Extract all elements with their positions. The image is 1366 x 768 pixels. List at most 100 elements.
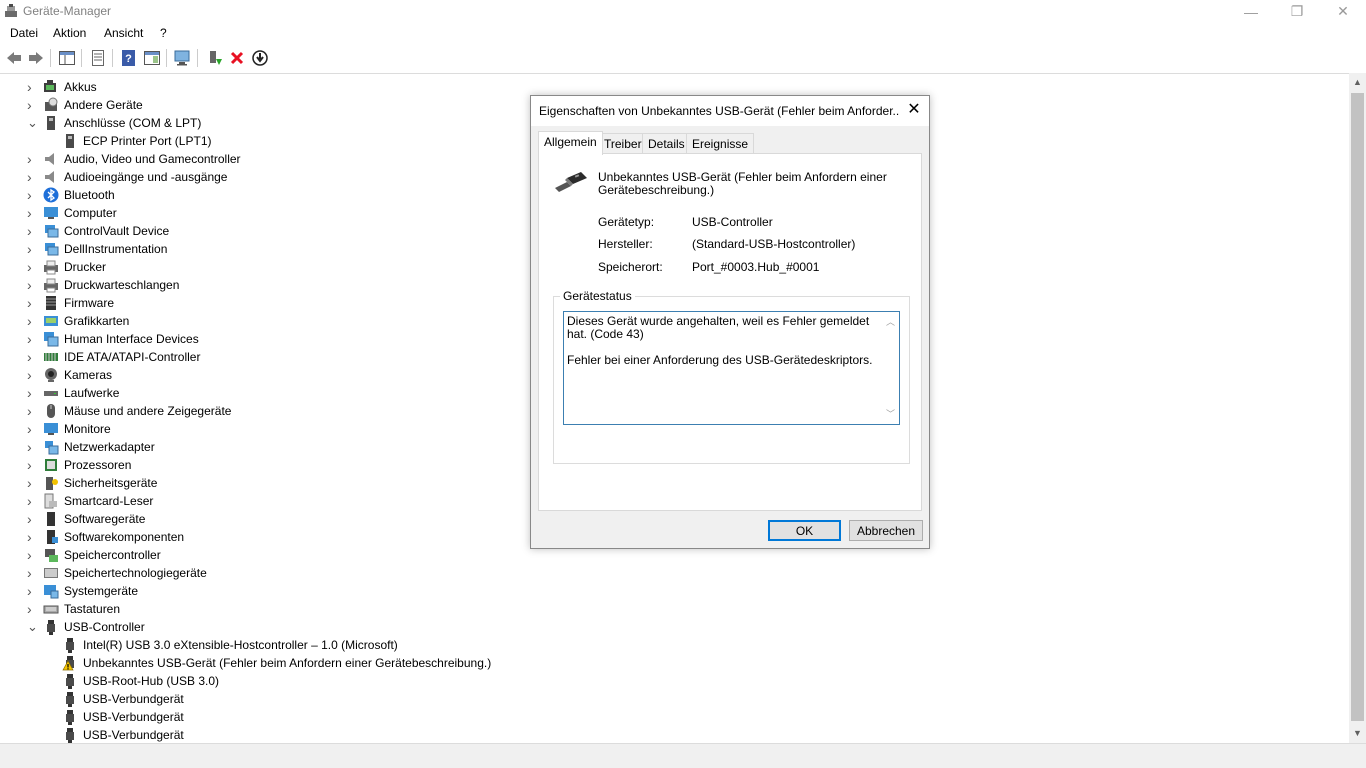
tree-item-label: Systemgeräte <box>64 584 139 598</box>
chevron-down-icon[interactable]: ⌄ <box>27 116 38 129</box>
software-component-icon <box>47 530 58 544</box>
chevron-right-icon[interactable]: › <box>27 332 37 346</box>
tab-treiber[interactable]: Treiber <box>598 133 648 154</box>
chevron-right-icon[interactable]: › <box>27 548 37 562</box>
chevron-right-icon[interactable]: › <box>27 170 37 184</box>
tree-item-label: DellInstrumentation <box>64 242 168 256</box>
cancel-button[interactable]: Abbrechen <box>849 520 923 541</box>
forward-icon[interactable] <box>26 48 46 68</box>
chevron-right-icon[interactable]: › <box>27 494 37 508</box>
computer-icon <box>44 207 58 219</box>
show-hide-console-tree-icon[interactable] <box>57 48 77 68</box>
menu-aktion[interactable]: Aktion <box>53 26 86 40</box>
uninstall-icon[interactable] <box>227 48 247 68</box>
properties-icon[interactable] <box>88 48 108 68</box>
tree-category-item[interactable]: › Akkus <box>0 78 1349 96</box>
toolbar-separator <box>166 49 167 67</box>
speaker-icon <box>45 171 54 183</box>
storage-controller-icon <box>45 549 58 562</box>
chevron-right-icon[interactable]: › <box>27 206 37 220</box>
port-icon <box>47 116 55 130</box>
chevron-right-icon[interactable]: › <box>27 530 37 544</box>
back-icon[interactable] <box>4 48 24 68</box>
tree-category-item[interactable]: › Systemgeräte <box>0 582 1349 600</box>
chevron-right-icon[interactable]: › <box>27 476 37 490</box>
chevron-right-icon[interactable]: › <box>27 404 37 418</box>
chevron-right-icon[interactable]: › <box>27 152 37 166</box>
chevron-right-icon[interactable]: › <box>27 422 37 436</box>
network-icon <box>45 441 59 455</box>
minimize-button[interactable]: — <box>1228 0 1274 23</box>
tree-item-label: Laufwerke <box>64 386 120 400</box>
tree-child-item[interactable]: Intel(R) USB 3.0 eXtensible-Hostcontroll… <box>0 636 1349 654</box>
status-scroll-up-icon[interactable]: ︿ <box>885 316 896 329</box>
menu-ansicht[interactable]: Ansicht <box>104 26 143 40</box>
menu-bar: Datei Aktion Ansicht ? <box>0 23 1366 44</box>
tab-panel-allgemein: Unbekanntes USB-Gerät (Fehler beim Anfor… <box>538 153 922 511</box>
chevron-right-icon[interactable]: › <box>27 440 37 454</box>
menu-datei[interactable]: Datei <box>10 26 38 40</box>
tree-child-item[interactable]: USB-Root-Hub (USB 3.0) <box>0 672 1349 690</box>
chevron-right-icon[interactable]: › <box>27 386 37 400</box>
chevron-right-icon[interactable]: › <box>27 584 37 598</box>
chevron-right-icon[interactable]: › <box>27 278 37 292</box>
status-line-1: Dieses Gerät wurde angehalten, weil es F… <box>567 314 870 341</box>
tree-scrollbar[interactable]: ▲ ▼ <box>1349 73 1366 743</box>
usb-plug-icon <box>555 172 587 192</box>
chevron-right-icon[interactable]: › <box>27 350 37 364</box>
tree-item-label: IDE ATA/ATAPI-Controller <box>64 350 201 364</box>
chevron-right-icon[interactable]: › <box>27 296 37 310</box>
show-action-pane-icon[interactable] <box>142 48 162 68</box>
speaker-icon <box>45 153 54 165</box>
chevron-right-icon[interactable]: › <box>27 224 37 238</box>
close-button[interactable]: ✕ <box>1320 0 1366 23</box>
tree-item-label: Prozessoren <box>64 458 132 472</box>
scroll-up-icon[interactable]: ▲ <box>1352 77 1363 88</box>
scan-hardware-icon[interactable] <box>173 48 193 68</box>
tree-item-label: Human Interface Devices <box>64 332 199 346</box>
chevron-right-icon[interactable]: › <box>27 566 37 580</box>
chevron-right-icon[interactable]: › <box>27 314 37 328</box>
help-icon[interactable]: ? <box>119 48 139 68</box>
dialog-close-button[interactable]: ✕ <box>904 100 924 120</box>
status-scrollbar[interactable]: ︿ ﹀ <box>882 312 899 424</box>
tree-category-item[interactable]: ⌄ USB-Controller <box>0 618 1349 636</box>
tree-child-item[interactable]: USB-Verbundgerät <box>0 726 1349 743</box>
chevron-right-icon[interactable]: › <box>27 602 37 616</box>
chevron-right-icon[interactable]: › <box>27 98 37 112</box>
chevron-right-icon[interactable]: › <box>27 80 37 94</box>
chevron-right-icon[interactable]: › <box>27 512 37 526</box>
tree-item-label: ControlVault Device <box>64 224 170 238</box>
ok-button[interactable]: OK <box>768 520 841 541</box>
tree-child-item[interactable]: Unbekanntes USB-Gerät (Fehler beim Anfor… <box>0 654 1349 672</box>
chevron-right-icon[interactable]: › <box>27 188 37 202</box>
chevron-right-icon[interactable]: › <box>27 458 37 472</box>
menu-help[interactable]: ? <box>160 26 167 40</box>
chevron-right-icon[interactable]: › <box>27 242 37 256</box>
tree-item-label: Sicherheitsgeräte <box>64 476 158 490</box>
dialog-title: Eigenschaften von Unbekanntes USB-Gerät … <box>539 104 899 118</box>
tree-item-label: Kameras <box>64 368 113 382</box>
smartcard-icon <box>44 493 57 509</box>
tree-category-item[interactable]: › Tastaturen <box>0 600 1349 618</box>
tree-child-item[interactable]: USB-Verbundgerät <box>0 708 1349 726</box>
update-driver-icon[interactable] <box>204 48 224 68</box>
tab-details[interactable]: Details <box>642 133 691 154</box>
tab-ereignisse[interactable]: Ereignisse <box>686 133 755 154</box>
tab-allgemein[interactable]: Allgemein <box>538 131 603 155</box>
scroll-down-icon[interactable]: ▼ <box>1352 728 1363 739</box>
tree-item-label: ECP Printer Port (LPT1) <box>83 134 212 148</box>
disable-device-icon[interactable] <box>250 48 270 68</box>
status-scroll-down-icon[interactable]: ﹀ <box>885 408 896 421</box>
tree-child-item[interactable]: USB-Verbundgerät <box>0 690 1349 708</box>
tree-category-item[interactable]: › Speichertechnologiegeräte <box>0 564 1349 582</box>
toolbar-separator <box>197 49 198 67</box>
device-status-textbox[interactable]: Dieses Gerät wurde angehalten, weil es F… <box>563 311 900 425</box>
usb-icon <box>66 728 74 743</box>
chevron-right-icon[interactable]: › <box>27 260 37 274</box>
chevron-down-icon[interactable]: ⌄ <box>27 620 38 633</box>
maximize-button[interactable]: ❐ <box>1274 0 1320 23</box>
toolbar: ? <box>0 46 1366 70</box>
scroll-thumb[interactable] <box>1351 93 1364 721</box>
chevron-right-icon[interactable]: › <box>27 368 37 382</box>
